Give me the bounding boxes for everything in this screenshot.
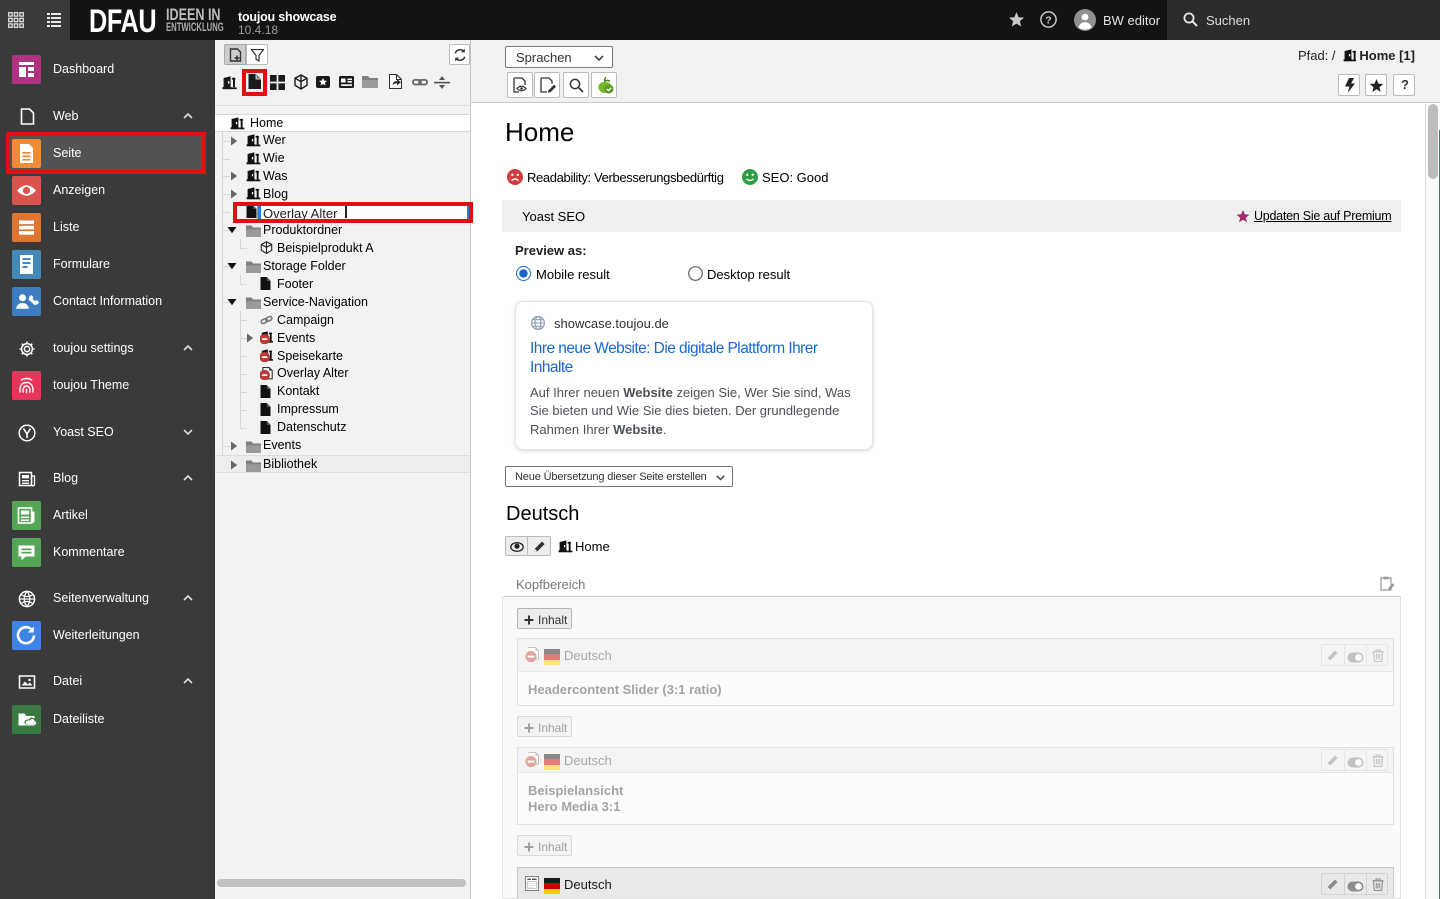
svg-text:?: ?: [1045, 14, 1051, 26]
